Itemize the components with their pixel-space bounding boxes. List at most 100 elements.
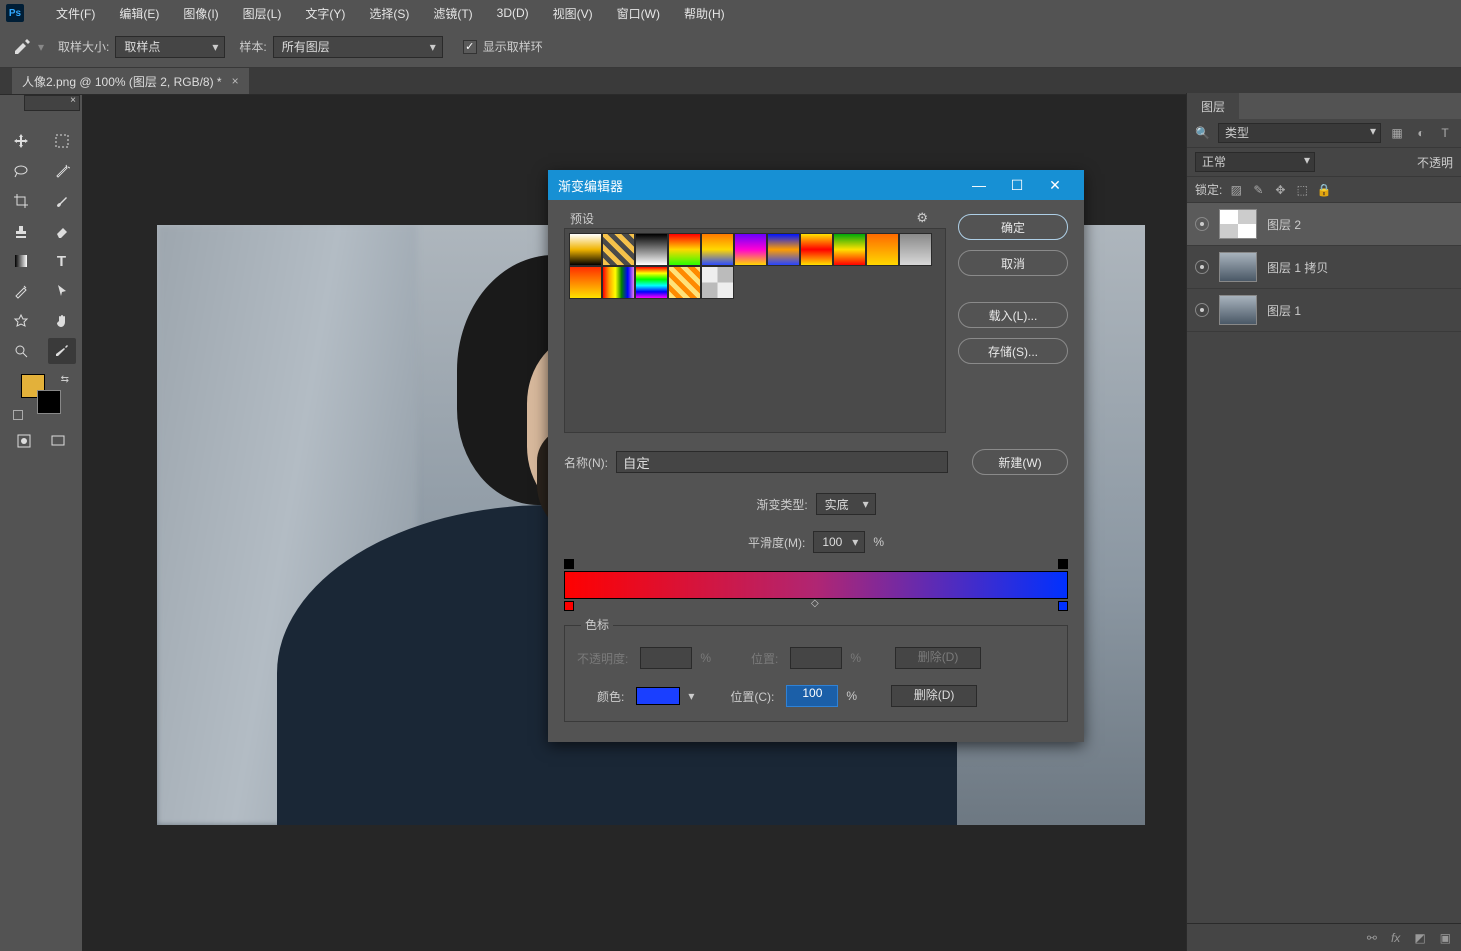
close-icon[interactable]: ✕: [1036, 177, 1074, 194]
preset-swatch[interactable]: [866, 233, 899, 266]
visibility-toggle[interactable]: [1195, 260, 1209, 274]
magic-wand-tool[interactable]: [48, 158, 76, 184]
menu-type[interactable]: 文字(Y): [293, 5, 357, 22]
preset-swatch[interactable]: [668, 266, 701, 299]
delete-color-button[interactable]: 删除(D): [891, 685, 977, 707]
preset-swatch[interactable]: [569, 233, 602, 266]
load-button[interactable]: 载入(L)...: [958, 302, 1068, 328]
preset-swatch[interactable]: [899, 233, 932, 266]
lock-transparency-icon[interactable]: ▨: [1228, 182, 1244, 198]
preset-swatch[interactable]: [767, 233, 800, 266]
layer-name[interactable]: 图层 1: [1267, 302, 1301, 319]
lock-all-icon[interactable]: 🔒: [1316, 182, 1332, 198]
preset-swatch[interactable]: [701, 266, 734, 299]
default-colors-icon[interactable]: [13, 410, 23, 420]
blend-mode-dropdown[interactable]: 正常: [1195, 152, 1315, 172]
filter-adjust-icon[interactable]: ◐: [1413, 125, 1429, 141]
zoom-tool[interactable]: [7, 338, 35, 364]
marquee-tool[interactable]: [48, 128, 76, 154]
swap-colors-icon[interactable]: ⇆: [61, 374, 69, 385]
layer-item[interactable]: 图层 2: [1187, 203, 1461, 246]
menu-file[interactable]: 文件(F): [44, 5, 107, 22]
new-button[interactable]: 新建(W): [972, 449, 1068, 475]
menu-window[interactable]: 窗口(W): [605, 5, 672, 22]
preset-swatch[interactable]: [734, 233, 767, 266]
midpoint-handle[interactable]: ◇: [811, 598, 819, 609]
preset-swatch[interactable]: [635, 233, 668, 266]
document-tab[interactable]: 人像2.png @ 100% (图层 2, RGB/8) * ×: [12, 68, 249, 94]
layer-name[interactable]: 图层 2: [1267, 216, 1301, 233]
preset-swatch[interactable]: [569, 266, 602, 299]
menu-select[interactable]: 选择(S): [357, 5, 421, 22]
layer-name[interactable]: 图层 1 拷贝: [1267, 259, 1328, 276]
cancel-button[interactable]: 取消: [958, 250, 1068, 276]
chevron-down-icon[interactable]: ▾: [688, 689, 694, 703]
background-color[interactable]: [37, 390, 61, 414]
maximize-icon[interactable]: ☐: [998, 177, 1036, 194]
close-icon[interactable]: ×: [70, 95, 76, 106]
sample-dropdown[interactable]: 所有图层: [273, 36, 443, 58]
crop-tool[interactable]: [7, 188, 35, 214]
color-stop-left[interactable]: [564, 601, 574, 611]
brush-tool[interactable]: [48, 188, 76, 214]
fx-icon[interactable]: fx: [1391, 931, 1400, 945]
color-swatches[interactable]: ⇆: [11, 374, 71, 420]
menu-image[interactable]: 图像(I): [171, 5, 230, 22]
menu-help[interactable]: 帮助(H): [672, 5, 737, 22]
color-swatch[interactable]: [636, 687, 680, 705]
sample-size-dropdown[interactable]: 取样点: [115, 36, 225, 58]
menu-view[interactable]: 视图(V): [541, 5, 605, 22]
layer-item[interactable]: 图层 1 拷贝: [1187, 246, 1461, 289]
close-tab-icon[interactable]: ×: [232, 74, 239, 88]
gradient-tool[interactable]: [7, 248, 35, 274]
lock-paint-icon[interactable]: ✎: [1250, 182, 1266, 198]
layer-thumbnail[interactable]: [1219, 295, 1257, 325]
filter-type-icon[interactable]: T: [1437, 125, 1453, 141]
floating-mini-panel[interactable]: ×: [24, 95, 80, 111]
eraser-tool[interactable]: [48, 218, 76, 244]
minimize-icon[interactable]: —: [960, 177, 998, 193]
shape-tool[interactable]: [7, 308, 35, 334]
preset-swatch[interactable]: [635, 266, 668, 299]
gradient-bar[interactable]: ◇: [564, 571, 1068, 599]
lock-artboard-icon[interactable]: ⬚: [1294, 182, 1310, 198]
layer-thumbnail[interactable]: [1219, 252, 1257, 282]
menu-layer[interactable]: 图层(L): [231, 5, 294, 22]
type-tool[interactable]: T: [48, 248, 76, 274]
preset-swatch[interactable]: [668, 233, 701, 266]
layers-tab[interactable]: 图层: [1187, 93, 1239, 119]
preset-swatch[interactable]: [701, 233, 734, 266]
lock-position-icon[interactable]: ✥: [1272, 182, 1288, 198]
ok-button[interactable]: 确定: [958, 214, 1068, 240]
menu-filter[interactable]: 滤镜(T): [421, 5, 484, 22]
save-button[interactable]: 存储(S)...: [958, 338, 1068, 364]
layer-item[interactable]: 图层 1: [1187, 289, 1461, 332]
menu-3d[interactable]: 3D(D): [485, 6, 541, 20]
mask-icon[interactable]: ◩: [1414, 931, 1425, 945]
new-group-icon[interactable]: ▣: [1440, 931, 1451, 945]
stamp-tool[interactable]: [7, 218, 35, 244]
show-ring-checkbox[interactable]: [463, 40, 477, 54]
preset-swatch[interactable]: [602, 266, 635, 299]
layer-thumbnail[interactable]: [1219, 209, 1257, 239]
pen-tool[interactable]: [7, 278, 35, 304]
preset-swatch[interactable]: [602, 233, 635, 266]
color-stop-right[interactable]: [1058, 601, 1068, 611]
gradient-type-dropdown[interactable]: 实底: [816, 493, 876, 515]
hand-tool[interactable]: [48, 308, 76, 334]
eyedropper-icon[interactable]: [12, 37, 32, 57]
link-layers-icon[interactable]: ⚯: [1367, 931, 1377, 945]
dialog-titlebar[interactable]: 渐变编辑器 — ☐ ✕: [548, 170, 1084, 200]
lasso-tool[interactable]: [7, 158, 35, 184]
opacity-stop-right[interactable]: [1058, 559, 1068, 569]
color-position-input[interactable]: 100: [786, 685, 838, 707]
smoothness-input[interactable]: 100: [813, 531, 865, 553]
visibility-toggle[interactable]: [1195, 303, 1209, 317]
menu-edit[interactable]: 编辑(E): [107, 5, 171, 22]
search-icon[interactable]: 🔍: [1195, 126, 1210, 140]
filter-pixel-icon[interactable]: ▦: [1389, 125, 1405, 141]
quickmask-tool[interactable]: [10, 428, 38, 454]
move-tool[interactable]: [7, 128, 35, 154]
presets-menu-icon[interactable]: ⚙: [916, 210, 928, 226]
screenmode-tool[interactable]: [44, 428, 72, 454]
